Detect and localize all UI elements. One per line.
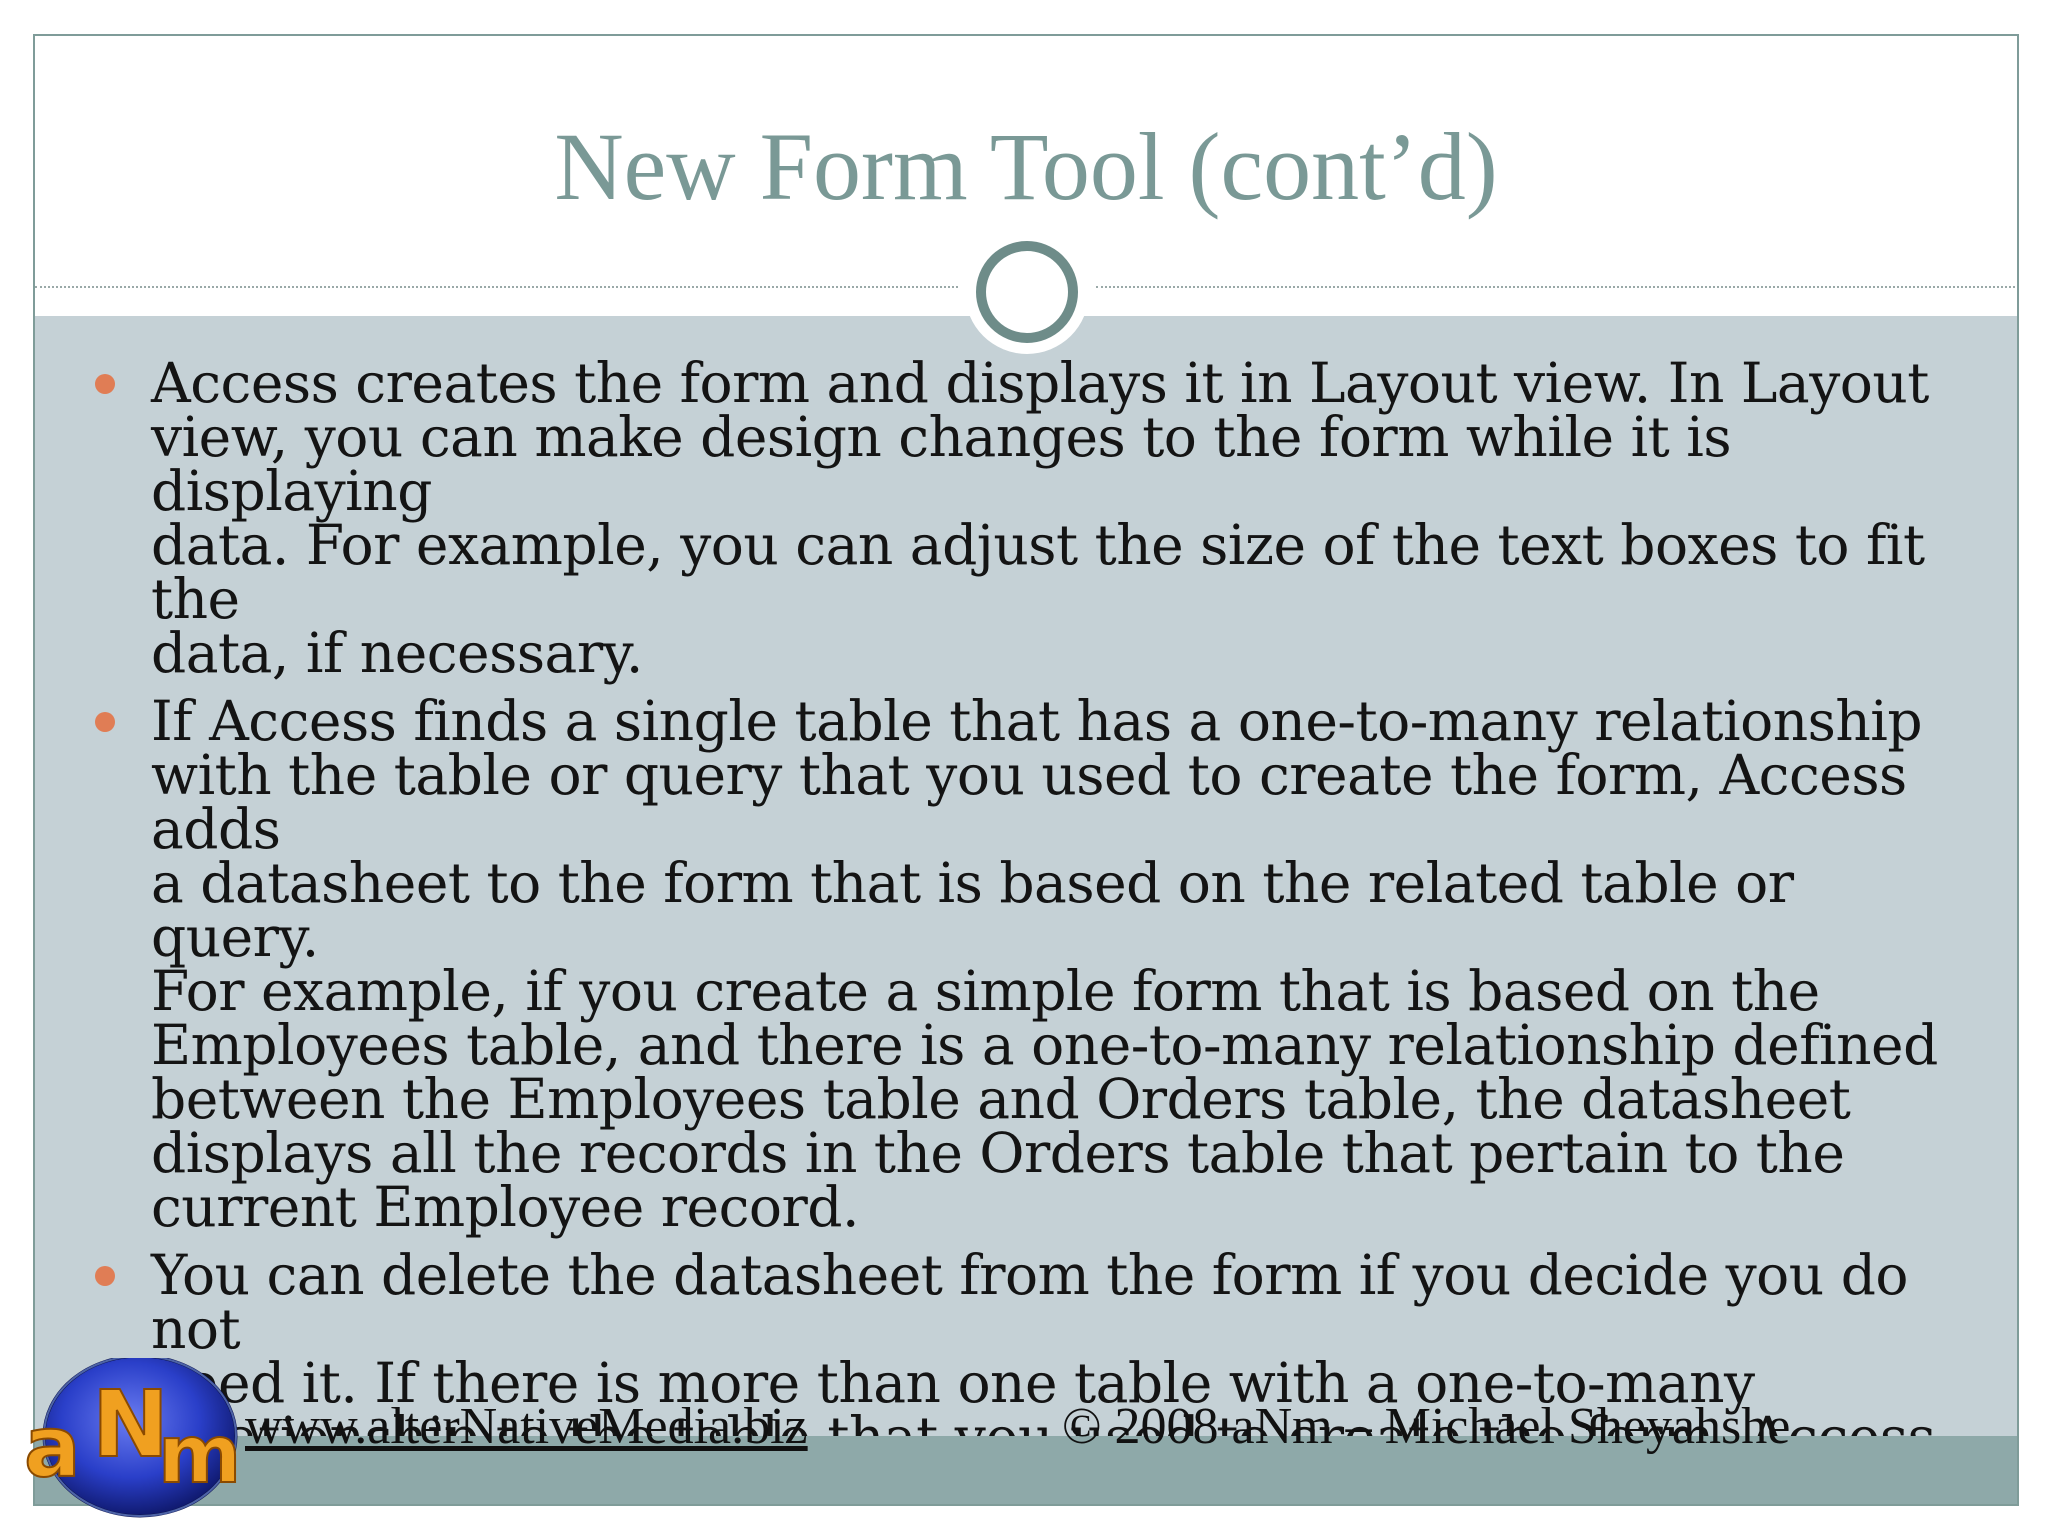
svg-text:m: m — [158, 1408, 241, 1501]
title-divider-right — [1096, 286, 2017, 288]
bullet-text: If Access finds a single table that has … — [151, 689, 1938, 1239]
title-divider-left — [35, 286, 958, 288]
footer-copyright: © 2008 aNm – Michael Sheyahshe — [1062, 1398, 1791, 1455]
bullet-text: Access creates the form and displays it … — [151, 351, 1929, 685]
slide: New Form Tool (cont’d) Access creates th… — [33, 34, 2019, 1506]
bullet-item: If Access finds a single table that has … — [35, 689, 2017, 1239]
svg-text:a: a — [24, 1398, 81, 1496]
bullet-dot-icon — [95, 374, 115, 394]
bullet-dot-icon — [95, 712, 115, 732]
bullet-dot-icon — [95, 1266, 115, 1286]
anm-logo-icon: a N m — [23, 1354, 242, 1518]
circle-ornament-icon — [976, 241, 1078, 343]
slide-title: New Form Tool (cont’d) — [554, 113, 1498, 220]
anm-logo: a N m — [22, 1354, 244, 1526]
bullet-list: Access creates the form and displays it … — [35, 351, 2017, 1504]
footer-website-link[interactable]: www.alterNativeMedia.biz — [245, 1392, 808, 1462]
bullet-item: Access creates the form and displays it … — [35, 351, 2017, 685]
